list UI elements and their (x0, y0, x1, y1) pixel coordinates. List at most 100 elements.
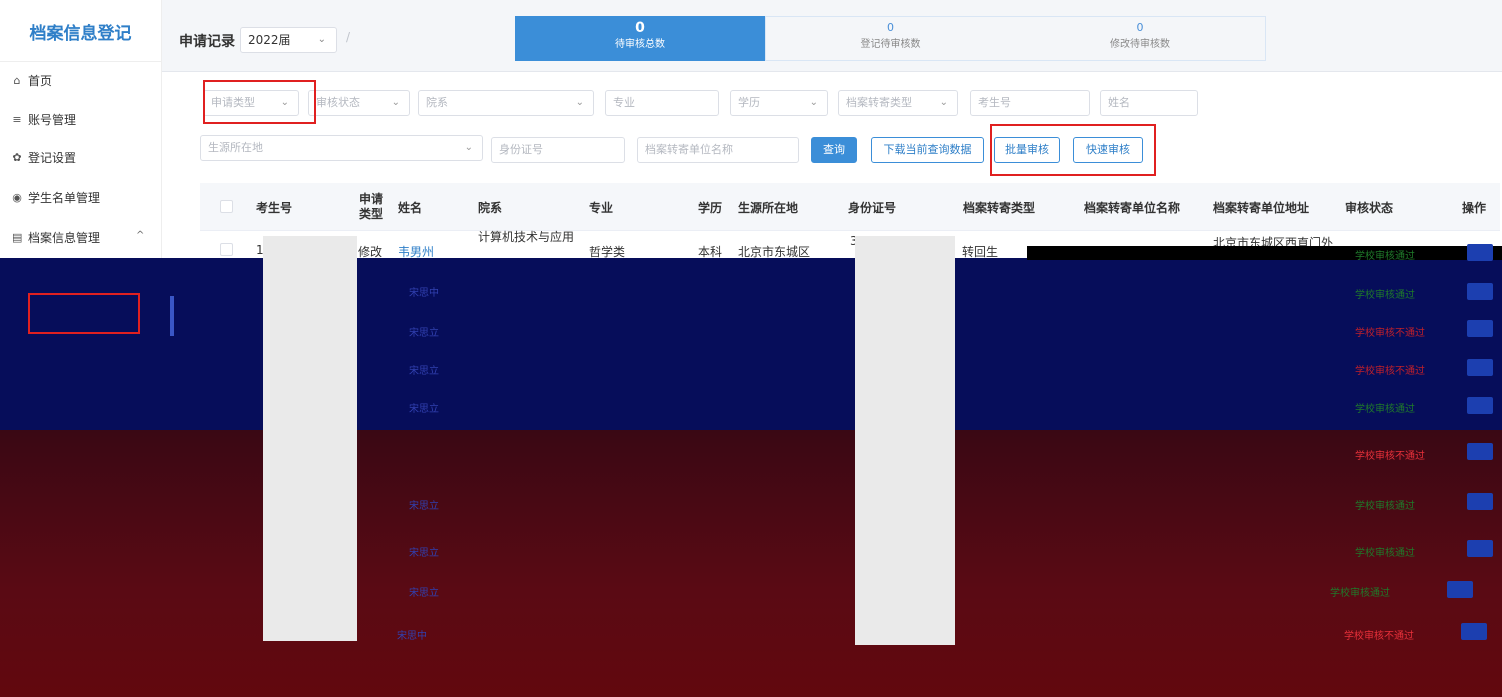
row-status: 学校审核不通过 (1355, 366, 1425, 377)
name-input[interactable]: 姓名 (1100, 90, 1198, 116)
year-select[interactable]: 2022届 ⌄ (240, 27, 337, 53)
view-button[interactable] (1461, 623, 1487, 640)
column-header: 档案转寄类型 (963, 200, 1036, 215)
unit-name-input[interactable]: 档案转寄单位名称 (637, 137, 799, 163)
row-status: 学校审核不通过 (1344, 631, 1414, 642)
view-button[interactable] (1467, 397, 1493, 414)
column-header: 操作 (1462, 200, 1487, 215)
id-card-input[interactable]: 身份证号 (491, 137, 625, 163)
row-name-link[interactable]: 宋思立 (409, 324, 439, 339)
student-icon: ◉ (12, 191, 22, 204)
department-select[interactable]: 院系 ⌄ (418, 90, 594, 116)
obscured-overlay-red (0, 430, 1502, 697)
row-name-link[interactable]: 宋思立 (409, 497, 439, 512)
sidebar-item-home[interactable]: ⌂ 首页 (12, 72, 53, 89)
sidebar-item-label: 首页 (28, 74, 53, 88)
archive-icon: ▤ (12, 231, 23, 244)
exam-no-placeholder: 考生号 (978, 96, 1011, 109)
redaction-bar (1027, 246, 1502, 260)
redaction-block-id-card (855, 236, 955, 645)
page-title: 申请记录 (179, 34, 235, 50)
list-icon: ≡ (12, 113, 22, 126)
transfer-type-select[interactable]: 档案转寄类型 ⌄ (838, 90, 958, 116)
stat-label: 修改待审核数 (1110, 39, 1170, 50)
table-header: 考生号 申请类型 姓名 院系 专业 学历 生源所在地 身份证号 档案转寄类型 档… (200, 183, 1500, 231)
column-header: 身份证号 (848, 200, 897, 215)
major-placeholder: 专业 (613, 96, 635, 109)
view-button[interactable] (1467, 320, 1493, 337)
column-header: 专业 (589, 200, 614, 215)
unit-name-placeholder: 档案转寄单位名称 (645, 143, 733, 156)
row-status: 学校审核不通过 (1355, 451, 1425, 462)
column-header: 档案转寄单位地址 (1213, 200, 1310, 215)
query-button[interactable]: 查询 (811, 137, 857, 163)
stat-value: 0 (1136, 21, 1144, 34)
row-checkbox[interactable] (220, 243, 233, 256)
stat-label: 待审核总数 (615, 39, 665, 50)
major-input[interactable]: 专业 (605, 90, 719, 116)
header: 申请记录 2022届 ⌄ / 0 待审核总数 0 登记待审核数 0 修改待审核数 (162, 0, 1502, 72)
sidebar-item-label: 账号管理 (28, 113, 77, 127)
submenu-active-indicator (170, 296, 174, 336)
id-card-placeholder: 身份证号 (499, 143, 543, 156)
home-icon: ⌂ (13, 74, 21, 87)
column-header: 院系 (478, 200, 503, 215)
sidebar-item-accounts[interactable]: ≡ 账号管理 (12, 111, 76, 128)
origin-select[interactable]: 生源所在地 ⌄ (200, 135, 483, 161)
sidebar-item-students[interactable]: ◉ 学生名单管理 (12, 189, 100, 206)
name-placeholder: 姓名 (1108, 96, 1130, 109)
view-button[interactable] (1467, 443, 1493, 460)
audit-status-select[interactable]: 审核状态 ⌄ (308, 90, 410, 116)
chevron-down-icon: ⌄ (464, 142, 473, 153)
highlight-apply-type (203, 80, 316, 124)
stat-pending-total[interactable]: 0 待审核总数 (515, 16, 765, 61)
audit-status-placeholder: 审核状态 (316, 96, 360, 109)
filter-area: 申请类型 ⌄ 审核状态 ⌄ 院系 ⌄ 专业 学历 ⌄ 档案转寄类型 ⌄ 考生号 姓名 生源… (180, 72, 1502, 180)
view-button[interactable] (1467, 540, 1493, 557)
row-name-link[interactable]: 宋思中 (409, 284, 439, 299)
stat-modify-pending[interactable]: 0 修改待审核数 (1015, 16, 1266, 61)
exam-no-input[interactable]: 考生号 (970, 90, 1090, 116)
stat-label: 登记待审核数 (860, 39, 921, 50)
highlight-audit-buttons (990, 124, 1156, 176)
view-button[interactable] (1467, 283, 1493, 300)
education-placeholder: 学历 (738, 96, 760, 109)
select-all-checkbox[interactable] (220, 200, 233, 213)
view-button[interactable] (1447, 581, 1473, 598)
year-select-value: 2022届 (248, 33, 291, 47)
row-status: 学校审核通过 (1355, 404, 1415, 415)
row-status: 学校审核不通过 (1355, 328, 1425, 339)
origin-placeholder: 生源所在地 (208, 141, 263, 154)
row-name-link[interactable]: 宋思立 (409, 584, 439, 599)
sidebar-item-label: 登记设置 (28, 151, 77, 165)
stat-value: 0 (635, 20, 645, 36)
row-status: 学校审核通过 (1355, 548, 1415, 559)
view-button[interactable] (1467, 359, 1493, 376)
sidebar-item-label: 学生名单管理 (28, 191, 101, 205)
column-header: 申请类型 (358, 192, 383, 221)
column-header: 生源所在地 (738, 200, 799, 215)
cell-department: 计算机技术与应用 (478, 230, 575, 244)
row-name-link[interactable]: 宋思中 (397, 627, 427, 642)
redaction-block-exam-no (263, 236, 357, 641)
chevron-down-icon: ⌄ (809, 97, 818, 108)
transfer-type-placeholder: 档案转寄类型 (846, 96, 912, 109)
column-header: 审核状态 (1345, 200, 1394, 215)
education-select[interactable]: 学历 ⌄ (730, 90, 828, 116)
row-name-link[interactable]: 宋思立 (409, 362, 439, 377)
download-button[interactable]: 下载当前查询数据 (871, 137, 984, 163)
view-button[interactable] (1467, 493, 1493, 510)
chevron-up-icon[interactable]: ^ (136, 230, 144, 241)
view-button[interactable] (1467, 244, 1493, 261)
chevron-down-icon: ⌄ (575, 97, 584, 108)
sidebar-item-label: 档案信息管理 (28, 231, 101, 245)
chevron-down-icon: ⌄ (391, 97, 400, 108)
stat-register-pending[interactable]: 0 登记待审核数 (765, 16, 1015, 61)
sidebar-item-archive[interactable]: ▤ 档案信息管理 (12, 229, 100, 246)
row-name-link[interactable]: 宋思立 (409, 544, 439, 559)
column-header: 姓名 (398, 200, 423, 215)
department-placeholder: 院系 (426, 96, 448, 109)
sidebar-item-settings[interactable]: ✿ 登记设置 (12, 149, 76, 166)
row-status: 学校审核通过 (1355, 290, 1415, 301)
row-name-link[interactable]: 宋思立 (409, 400, 439, 415)
